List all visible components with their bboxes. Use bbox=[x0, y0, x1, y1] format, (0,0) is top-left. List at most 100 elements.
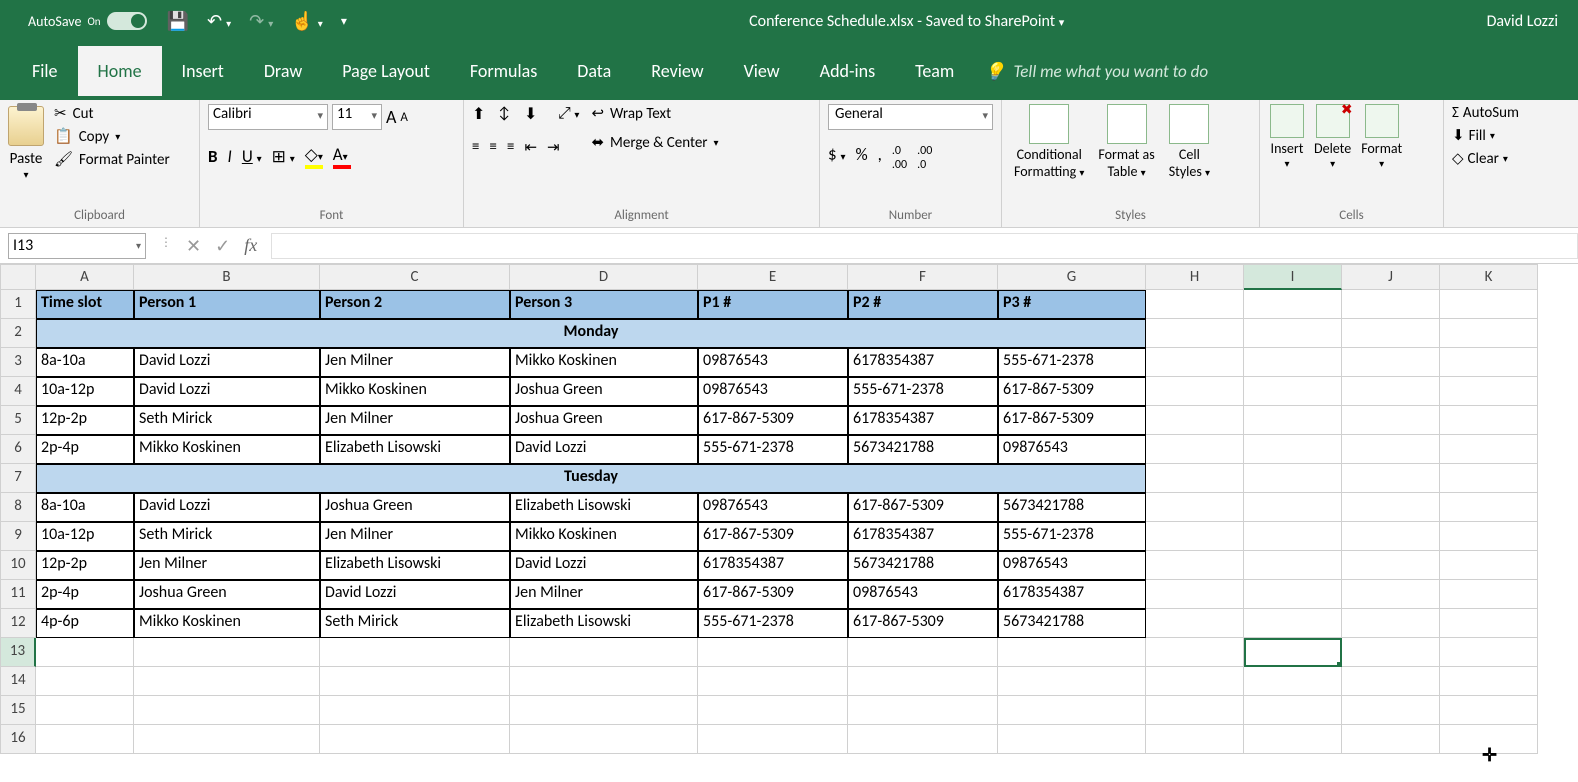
align-center-icon[interactable]: ≡ bbox=[489, 138, 496, 157]
cell[interactable]: Time slot bbox=[36, 290, 134, 319]
cell[interactable]: Mikko Koskinen bbox=[320, 377, 510, 406]
cell[interactable] bbox=[134, 667, 320, 696]
row-header-16[interactable]: 16 bbox=[0, 725, 36, 754]
tab-draw[interactable]: Draw bbox=[244, 46, 322, 96]
cell[interactable] bbox=[1244, 580, 1342, 609]
row-header-11[interactable]: 11 bbox=[0, 580, 36, 609]
align-right-icon[interactable]: ≡ bbox=[507, 138, 514, 157]
align-left-icon[interactable]: ≡ bbox=[472, 138, 479, 157]
clear-button[interactable]: ◇Clear ▾ bbox=[1452, 149, 1536, 168]
row-header-1[interactable]: 1 bbox=[0, 290, 36, 319]
cell[interactable]: 5673421788 bbox=[848, 435, 998, 464]
cell[interactable] bbox=[1146, 406, 1244, 435]
tell-me-search[interactable]: 💡 Tell me what you want to do bbox=[984, 61, 1208, 82]
cell[interactable]: 09876543 bbox=[698, 377, 848, 406]
cell[interactable]: Elizabeth Lisowski bbox=[320, 551, 510, 580]
cell[interactable]: Mikko Koskinen bbox=[510, 522, 698, 551]
cell[interactable]: Person 3 bbox=[510, 290, 698, 319]
cell[interactable]: 6178354387 bbox=[848, 522, 998, 551]
cell[interactable] bbox=[36, 725, 134, 754]
percent-format-button[interactable]: % bbox=[856, 144, 868, 172]
cell[interactable]: 555-671-2378 bbox=[998, 348, 1146, 377]
comma-format-button[interactable]: , bbox=[878, 144, 882, 172]
cell[interactable]: Jen Milner bbox=[320, 522, 510, 551]
tab-home[interactable]: Home bbox=[78, 46, 162, 96]
cell[interactable]: 555-671-2378 bbox=[848, 377, 998, 406]
cell[interactable]: Jen Milner bbox=[510, 580, 698, 609]
cell[interactable]: 12p-2p bbox=[36, 406, 134, 435]
cell[interactable] bbox=[1244, 406, 1342, 435]
cell[interactable] bbox=[1440, 493, 1538, 522]
save-icon[interactable]: 💾 bbox=[167, 10, 189, 32]
copy-button[interactable]: 📋Copy ▾ bbox=[54, 127, 170, 146]
tab-review[interactable]: Review bbox=[631, 46, 723, 96]
cell[interactable]: 12p-2p bbox=[36, 551, 134, 580]
cell[interactable] bbox=[1440, 609, 1538, 638]
cell[interactable] bbox=[36, 638, 134, 667]
cell[interactable]: Jen Milner bbox=[320, 348, 510, 377]
italic-button[interactable]: I bbox=[228, 146, 232, 167]
cell[interactable] bbox=[998, 725, 1146, 754]
cell[interactable] bbox=[1342, 667, 1440, 696]
cell[interactable] bbox=[36, 667, 134, 696]
cell[interactable]: 555-671-2378 bbox=[698, 435, 848, 464]
row-header-4[interactable]: 4 bbox=[0, 377, 36, 406]
cell[interactable] bbox=[1244, 493, 1342, 522]
cell[interactable]: 6178354387 bbox=[848, 406, 998, 435]
tab-addins[interactable]: Add-ins bbox=[800, 46, 895, 96]
font-size-combo[interactable]: 11 bbox=[332, 104, 382, 130]
cell[interactable]: 4p-6p bbox=[36, 609, 134, 638]
cell[interactable] bbox=[1440, 319, 1538, 348]
align-bottom-icon[interactable]: ⬇ bbox=[524, 104, 544, 124]
cell[interactable] bbox=[510, 667, 698, 696]
cell[interactable] bbox=[1146, 493, 1244, 522]
tab-formulas[interactable]: Formulas bbox=[450, 46, 557, 96]
cell[interactable]: 617-867-5309 bbox=[698, 580, 848, 609]
cell[interactable]: Mikko Koskinen bbox=[134, 609, 320, 638]
insert-cells-button[interactable]: Insert▾ bbox=[1268, 104, 1306, 206]
redo-icon[interactable]: ↷ ▾ bbox=[249, 10, 273, 32]
wrap-text-button[interactable]: ↩Wrap Text bbox=[591, 104, 718, 123]
cell[interactable]: Elizabeth Lisowski bbox=[320, 435, 510, 464]
cell[interactable]: Mikko Koskinen bbox=[510, 348, 698, 377]
cell[interactable] bbox=[1440, 667, 1538, 696]
cell[interactable] bbox=[698, 696, 848, 725]
cell[interactable]: 617-867-5309 bbox=[998, 406, 1146, 435]
cell[interactable]: 617-867-5309 bbox=[848, 493, 998, 522]
cell[interactable] bbox=[1440, 377, 1538, 406]
cell[interactable]: Joshua Green bbox=[510, 377, 698, 406]
borders-button[interactable]: ⊞ ▾ bbox=[272, 146, 295, 167]
align-middle-icon[interactable]: ↕ bbox=[498, 104, 518, 124]
name-box[interactable]: I13▾ bbox=[8, 233, 146, 259]
cell[interactable]: David Lozzi bbox=[320, 580, 510, 609]
cell[interactable]: 6178354387 bbox=[698, 551, 848, 580]
column-header-J[interactable]: J bbox=[1342, 264, 1440, 290]
cell[interactable]: David Lozzi bbox=[510, 551, 698, 580]
cell[interactable] bbox=[1342, 551, 1440, 580]
column-header-B[interactable]: B bbox=[134, 264, 320, 290]
row-header-6[interactable]: 6 bbox=[0, 435, 36, 464]
cell[interactable] bbox=[1244, 696, 1342, 725]
cell[interactable] bbox=[36, 696, 134, 725]
enter-icon[interactable]: ✓ bbox=[215, 235, 230, 257]
paste-button[interactable]: Paste ▾ bbox=[8, 104, 50, 206]
cell[interactable] bbox=[998, 667, 1146, 696]
cell[interactable] bbox=[1342, 348, 1440, 377]
bold-button[interactable]: B bbox=[208, 146, 218, 167]
row-header-3[interactable]: 3 bbox=[0, 348, 36, 377]
decrease-indent-icon[interactable]: ⇤ bbox=[524, 138, 537, 157]
cell[interactable] bbox=[1244, 348, 1342, 377]
increase-indent-icon[interactable]: ⇥ bbox=[547, 138, 560, 157]
cell[interactable] bbox=[1342, 725, 1440, 754]
cell[interactable] bbox=[320, 725, 510, 754]
cell[interactable]: 2p-4p bbox=[36, 580, 134, 609]
cell[interactable] bbox=[998, 696, 1146, 725]
cell[interactable] bbox=[134, 638, 320, 667]
cell[interactable] bbox=[1146, 638, 1244, 667]
cell[interactable] bbox=[1342, 464, 1440, 493]
cell[interactable]: 09876543 bbox=[998, 551, 1146, 580]
cell[interactable] bbox=[1342, 522, 1440, 551]
cell[interactable]: Seth Mirick bbox=[134, 522, 320, 551]
cell[interactable] bbox=[848, 696, 998, 725]
cell[interactable] bbox=[1244, 290, 1342, 319]
